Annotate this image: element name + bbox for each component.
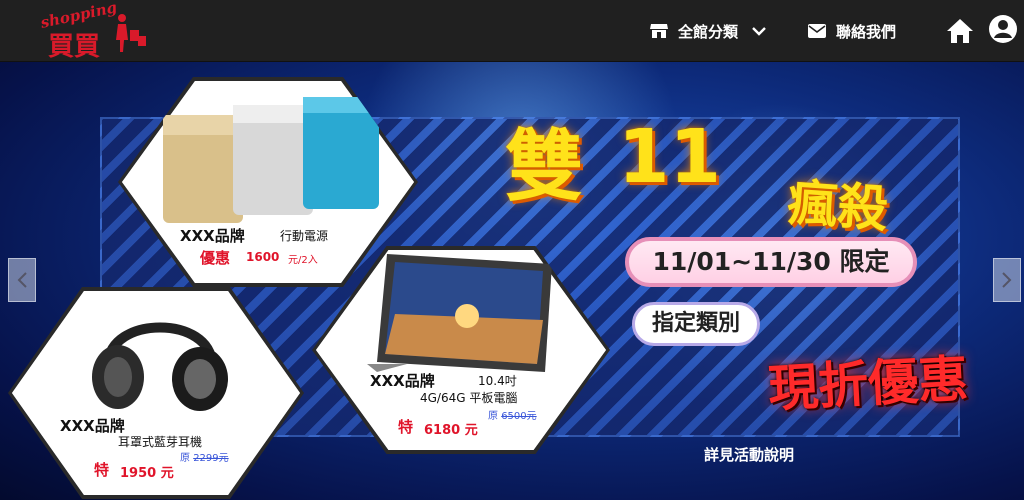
headline-number: 11	[618, 114, 721, 200]
product-name: 行動電源	[280, 229, 329, 243]
nav-contact-label: 聯絡我們	[836, 22, 897, 41]
price-tag: 特	[94, 461, 110, 479]
details-link[interactable]: 詳見活動說明	[704, 444, 794, 465]
top-navbar: shopping 買買 全館分類 聯絡我們	[0, 0, 1024, 62]
price-tag: 優惠	[200, 249, 231, 267]
carousel-prev-button[interactable]	[8, 258, 36, 302]
nav-contact-link[interactable]: 聯絡我們	[808, 20, 896, 42]
product-brand: XXX品牌	[180, 227, 245, 245]
product-price: 1950 元	[120, 466, 174, 481]
price-tag: 特	[398, 418, 414, 436]
promo-banner[interactable]: XXX品牌 行動電源 優惠 1600 元/2入 XXX品牌 10.4吋 4G/6…	[0, 62, 1024, 500]
logo-main-text: 買買	[48, 32, 101, 62]
original-price: 原 6500元	[488, 407, 537, 422]
chevron-left-icon	[17, 272, 27, 288]
product-price: 6180 元	[424, 423, 478, 438]
category-pill[interactable]: 指定類別	[632, 302, 760, 346]
nav-category-menu[interactable]: 全館分類	[650, 20, 766, 42]
product-spec-size: 10.4吋	[478, 374, 517, 388]
date-range-pill: 11/01~11/30 限定	[625, 237, 917, 287]
tablet-image	[367, 254, 552, 372]
headphones-image	[92, 322, 228, 411]
envelope-icon	[808, 24, 826, 38]
headline-suffix: 瘋殺	[785, 173, 890, 239]
orig-label: 原	[180, 453, 190, 464]
original-price: 原 2299元	[180, 449, 229, 464]
product-brand: XXX品牌	[60, 417, 125, 435]
nav-category-label: 全館分類	[678, 22, 739, 41]
product-name: 耳罩式藍芽耳機	[118, 435, 203, 449]
orig-label: 原	[488, 411, 498, 422]
price-unit: 元/2入	[288, 255, 318, 266]
shop-icon	[650, 23, 668, 39]
chevron-down-icon	[752, 22, 766, 40]
user-circle-icon[interactable]	[988, 14, 1018, 44]
chevron-right-icon	[1002, 272, 1012, 288]
discount-headline: 現折優惠	[766, 349, 970, 419]
product-price: 1600	[246, 250, 280, 264]
site-logo[interactable]: shopping 買買	[30, 0, 150, 62]
home-icon[interactable]	[945, 16, 975, 46]
orig-value: 6500元	[501, 411, 537, 422]
orig-value: 2299元	[193, 453, 229, 464]
carousel-next-button[interactable]	[993, 258, 1021, 302]
product-brand: XXX品牌	[370, 372, 435, 390]
product-spec-model: 4G/64G 平板電腦	[420, 391, 518, 405]
shopper-figure-icon	[116, 14, 146, 52]
powerbank-image	[163, 97, 379, 223]
headline-char: 雙	[505, 122, 584, 212]
